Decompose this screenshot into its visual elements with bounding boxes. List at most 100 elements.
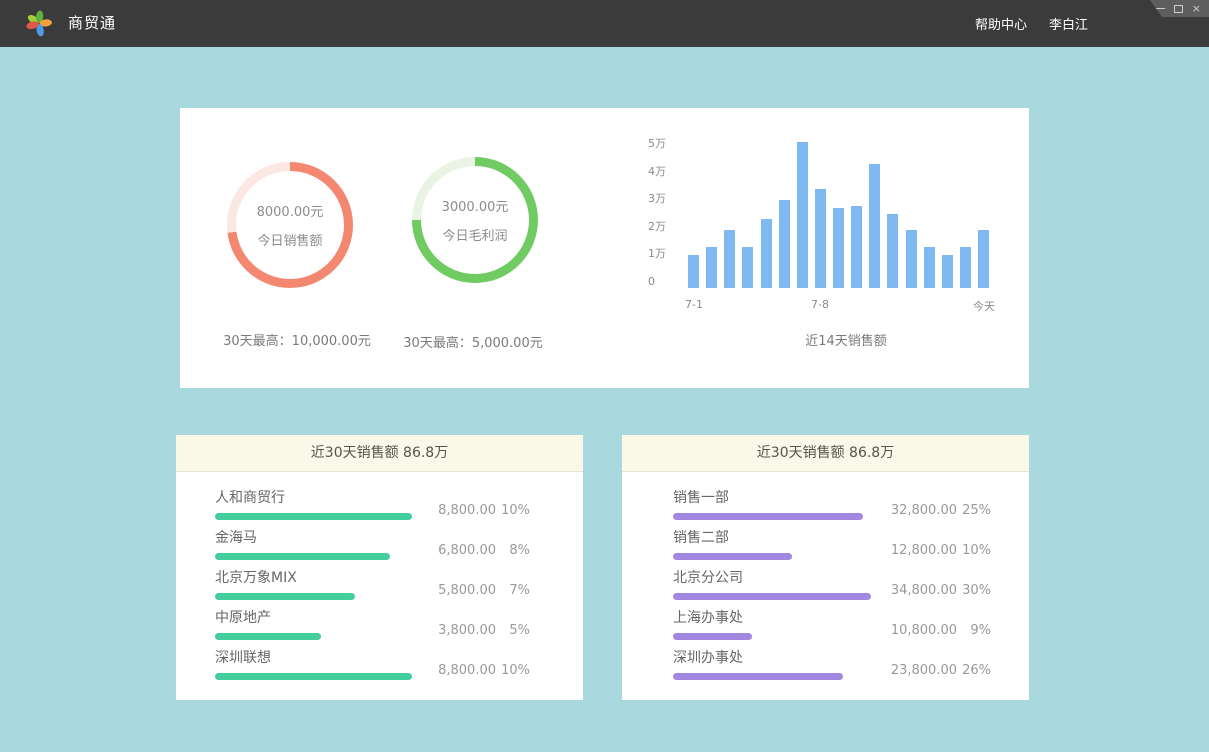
y-axis-tick: 3万: [648, 192, 666, 205]
item-values: 5,800.00 7%: [438, 583, 530, 598]
close-icon[interactable]: ×: [1192, 1, 1201, 16]
item-percent: 8%: [496, 543, 530, 558]
list-item: 上海办事处 10,800.00 9%: [673, 611, 991, 640]
progress-track: [673, 553, 871, 560]
sales-bar: [887, 214, 898, 288]
card-header: 近30天销售额 86.8万: [622, 435, 1029, 472]
progress-track: [215, 513, 412, 520]
list-item: 北京万象MIX 5,800.00 7%: [215, 571, 530, 600]
item-values: 12,800.00 10%: [891, 543, 991, 558]
item-amount: 12,800.00: [891, 543, 957, 558]
sales-bar: [761, 219, 772, 288]
item-percent: 26%: [957, 663, 991, 678]
customers-sales-card: 近30天销售额 86.8万 人和商贸行 8,800.00 10% 金海马 6,8…: [176, 435, 583, 700]
item-amount: 8,800.00: [438, 503, 496, 518]
sales-bar: [688, 255, 699, 288]
list-item: 销售二部 12,800.00 10%: [673, 531, 991, 560]
today-profit-label: 今日毛利润: [442, 225, 507, 244]
sales-bar: [924, 247, 935, 288]
item-percent: 10%: [496, 503, 530, 518]
item-values: 23,800.00 26%: [891, 663, 991, 678]
item-amount: 23,800.00: [891, 663, 957, 678]
item-percent: 10%: [496, 663, 530, 678]
item-values: 3,800.00 5%: [438, 623, 530, 638]
list-item: 深圳联想 8,800.00 10%: [215, 651, 530, 680]
item-percent: 30%: [957, 583, 991, 598]
sales-bar: [724, 230, 735, 288]
sales-bar: [706, 247, 717, 288]
progress-track: [673, 673, 871, 680]
progress-bar: [215, 673, 412, 680]
sales-bar: [797, 142, 808, 288]
progress-bar: [215, 553, 390, 560]
ring-center: 8000.00元 今日销售额: [236, 171, 344, 279]
progress-bar: [673, 553, 792, 560]
item-percent: 7%: [496, 583, 530, 598]
minimize-icon[interactable]: [1156, 8, 1165, 9]
sales-bar: [833, 208, 844, 288]
progress-bar: [673, 593, 871, 600]
item-percent: 5%: [496, 623, 530, 638]
ring-center: 3000.00元 今日毛利润: [421, 166, 529, 274]
app-logo-icon: [26, 10, 52, 37]
item-values: 10,800.00 9%: [891, 623, 991, 638]
item-amount: 32,800.00: [891, 503, 957, 518]
progress-bar: [673, 633, 752, 640]
progress-bar: [673, 673, 843, 680]
sales-bar: [742, 247, 753, 288]
item-amount: 8,800.00: [438, 663, 496, 678]
item-values: 8,800.00 10%: [438, 503, 530, 518]
sales-bar: [815, 189, 826, 288]
today-sales-label: 今日销售额: [257, 230, 322, 249]
bar-chart-title: 近14天销售额: [695, 330, 997, 349]
item-amount: 3,800.00: [438, 623, 496, 638]
sales-bar: [869, 164, 880, 288]
departments-sales-card: 近30天销售额 86.8万 销售一部 32,800.00 25% 销售二部 12…: [622, 435, 1029, 700]
item-amount: 10,800.00: [891, 623, 957, 638]
x-axis-tick: 7-8: [798, 298, 842, 311]
y-axis-tick: 0: [648, 275, 655, 288]
item-amount: 34,800.00: [891, 583, 957, 598]
sales-bar: [851, 206, 862, 289]
progress-track: [215, 553, 412, 560]
app-title: 商贸通: [68, 0, 116, 47]
daily-sales-bar-chart: [688, 138, 989, 288]
progress-track: [673, 513, 871, 520]
user-menu[interactable]: 李白江: [1049, 14, 1088, 33]
today-sales-ring-chart: 8000.00元 今日销售额: [227, 162, 353, 288]
card-header: 近30天销售额 86.8万: [176, 435, 583, 472]
progress-bar: [215, 633, 321, 640]
list-item: 销售一部 32,800.00 25%: [673, 491, 991, 520]
item-amount: 5,800.00: [438, 583, 496, 598]
list-item: 中原地产 3,800.00 5%: [215, 611, 530, 640]
item-values: 8,800.00 10%: [438, 663, 530, 678]
help-center-link[interactable]: 帮助中心: [975, 14, 1027, 33]
x-axis-tick: 今天: [962, 298, 1006, 314]
overview-card: 8000.00元 今日销售额 30天最高：10,000.00元 3000.00元…: [180, 108, 1029, 388]
today-sales-value: 8000.00元: [257, 201, 324, 220]
progress-track: [215, 593, 412, 600]
sales-30d-max-note: 30天最高：10,000.00元: [202, 330, 392, 349]
y-axis-tick: 2万: [648, 220, 666, 233]
window-controls: ×: [1150, 0, 1209, 17]
list-item: 人和商贸行 8,800.00 10%: [215, 491, 530, 520]
sales-bar: [960, 247, 971, 288]
customers-list: 人和商贸行 8,800.00 10% 金海马 6,800.00 8%: [176, 472, 583, 680]
today-profit-ring-chart: 3000.00元 今日毛利润: [412, 157, 538, 283]
titlebar-menu: 帮助中心 李白江: [975, 0, 1088, 47]
sales-bar: [906, 230, 917, 288]
progress-bar: [215, 593, 355, 600]
sales-bar: [779, 200, 790, 288]
item-values: 32,800.00 25%: [891, 503, 991, 518]
progress-track: [215, 633, 412, 640]
y-axis-tick: 5万: [648, 137, 666, 150]
item-percent: 25%: [957, 503, 991, 518]
sales-bar: [942, 255, 953, 288]
progress-bar: [215, 513, 412, 520]
list-item: 深圳办事处 23,800.00 26%: [673, 651, 991, 680]
today-profit-value: 3000.00元: [442, 196, 509, 215]
progress-bar: [673, 513, 863, 520]
app-window: 商贸通 帮助中心 李白江 × 8000.00元 今日销售额 30天最高：10,0…: [0, 0, 1209, 752]
maximize-icon[interactable]: [1174, 5, 1183, 13]
item-amount: 6,800.00: [438, 543, 496, 558]
